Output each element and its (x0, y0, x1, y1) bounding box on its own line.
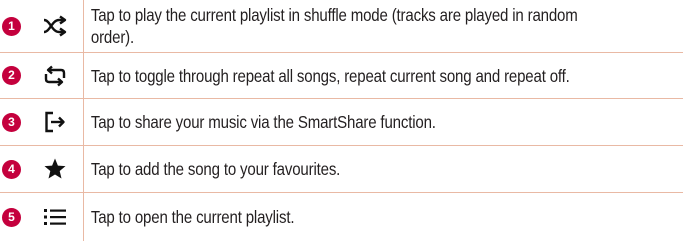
table-row: 5 Tap to open the current playlist. (0, 192, 683, 241)
step-number-badge: 3 (2, 112, 21, 132)
row-description: Tap to play the current playlist in shuf… (90, 5, 578, 47)
feature-table: 1 Tap to play the current playlist in sh… (0, 0, 683, 241)
repeat-icon (42, 63, 68, 89)
table-row: 1 Tap to play the current playlist in sh… (0, 0, 683, 52)
table-row: 2 Tap to toggle through repeat all songs… (0, 52, 683, 98)
playlist-icon (42, 204, 68, 230)
row-header-cell: 5 (0, 193, 84, 241)
table-row: 4 Tap to add the song to your favourites… (0, 145, 683, 192)
share-icon (42, 109, 68, 135)
step-number-badge: 4 (2, 159, 21, 179)
star-icon (42, 156, 68, 182)
step-number-badge: 2 (2, 66, 21, 85)
row-description: Tap to add the song to your favourites. (90, 159, 341, 179)
row-description: Tap to open the current playlist. (90, 207, 295, 227)
shuffle-icon (42, 13, 68, 39)
row-header-cell: 4 (0, 146, 84, 192)
row-description: Tap to toggle through repeat all songs, … (90, 65, 570, 86)
row-header-cell: 1 (0, 0, 84, 52)
table-row: 3 Tap to share your music via the SmartS… (0, 98, 683, 145)
row-header-cell: 2 (0, 53, 84, 98)
step-number-badge: 5 (2, 207, 21, 227)
row-description: Tap to share your music via the SmartSha… (90, 112, 436, 132)
step-number-badge: 1 (2, 16, 21, 36)
row-header-cell: 3 (0, 99, 84, 145)
